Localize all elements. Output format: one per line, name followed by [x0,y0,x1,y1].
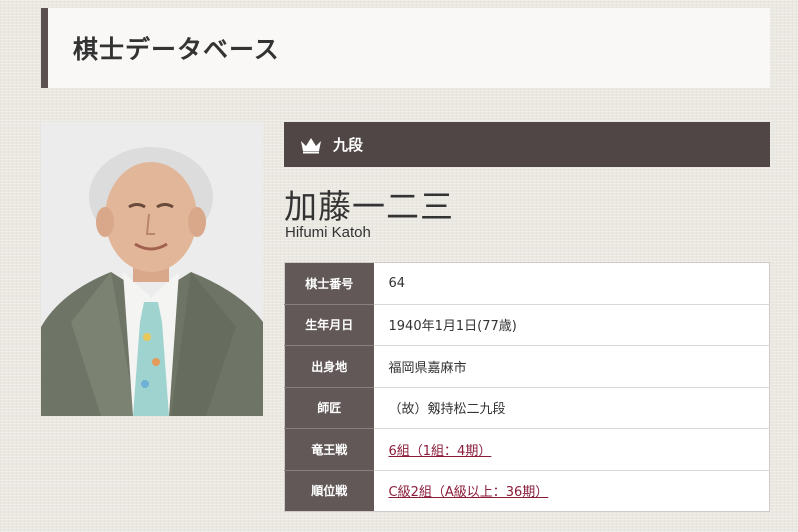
table-row: 順位戦 C級2組（A級以上：36期） [284,470,770,512]
detail-label-player-number: 棋士番号 [284,262,374,305]
detail-value-master: （故）剱持松二九段 [373,387,770,429]
detail-value-birthplace: 福岡県嘉麻市 [373,345,770,388]
ryuo-link[interactable]: 6組（1組：4期） [389,444,492,459]
table-row: 出身地 福岡県嘉麻市 [284,345,770,388]
crown-icon [300,136,322,154]
detail-label-junisen: 順位戦 [284,470,374,512]
player-name-english: Hifumi Katoh [285,224,371,241]
table-row: 棋士番号 64 [284,262,770,305]
rank-label: 九段 [333,136,364,154]
detail-value-ryuo: 6組（1組：4期） [373,428,770,471]
detail-label-birthplace: 出身地 [284,345,374,388]
detail-value-player-number: 64 [373,262,770,305]
detail-label-master: 師匠 [284,387,374,429]
page-title: 棋士データベース [73,35,280,64]
table-row: 竜王戦 6組（1組：4期） [284,428,770,471]
table-row: 生年月日 1940年1月1日(77歳) [284,304,770,346]
rank-bar: 九段 [284,122,770,167]
page-header: 棋士データベース [41,8,770,88]
portrait-photo-icon [41,122,263,416]
table-row: 師匠 （故）剱持松二九段 [284,387,770,429]
player-photo [41,122,263,416]
player-name-japanese: 加藤一二三 [284,187,454,226]
junisen-link[interactable]: C級2組（A級以上：36期） [389,485,549,500]
detail-value-junisen: C級2組（A級以上：36期） [373,470,770,512]
detail-label-birthdate: 生年月日 [284,304,374,346]
player-details-table: 棋士番号 64 生年月日 1940年1月1日(77歳) 出身地 福岡県嘉麻市 師… [284,262,770,512]
detail-value-birthdate: 1940年1月1日(77歳) [373,304,770,346]
detail-label-ryuo: 竜王戦 [284,428,374,471]
